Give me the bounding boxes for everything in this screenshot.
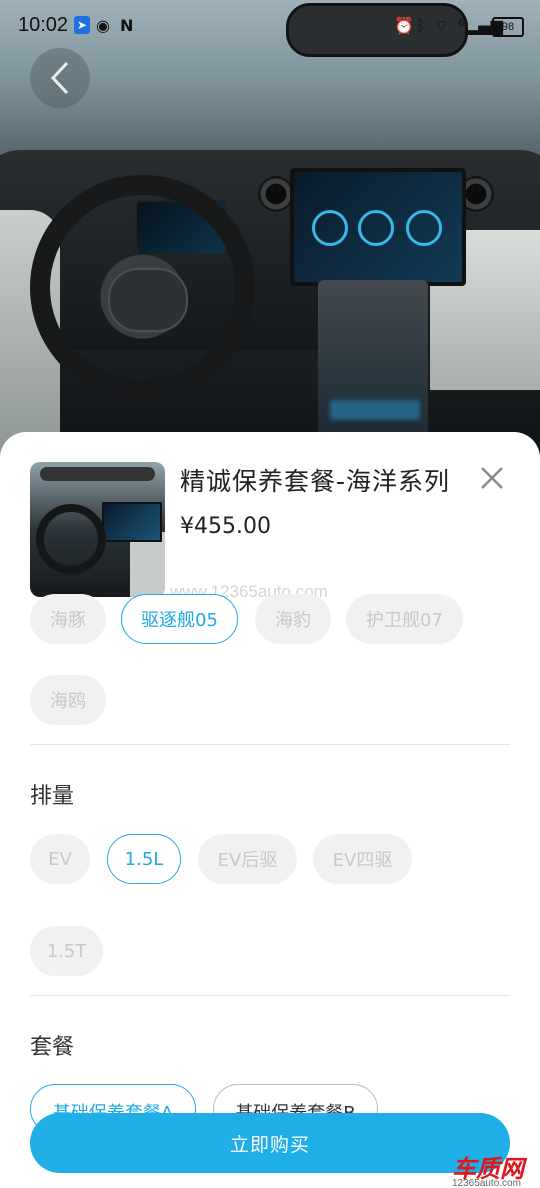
status-bar: 10:02 ➤ ◉ N ⏰ ᛒ ⌔ 6 ▂▄▆ 98 (0, 0, 540, 52)
product-options-sheet: 精诚保养套餐-海洋系列 ¥455.00 www.12365auto.com 海豚… (0, 432, 540, 1188)
center-screen (290, 168, 466, 286)
model-option-chip-selected[interactable]: 驱逐舰05 (121, 594, 238, 644)
wifi-icon: ⌔ (434, 16, 450, 35)
model-option-chip[interactable]: 海豚 (30, 594, 106, 644)
model-option-chip[interactable]: 海豹 (255, 594, 331, 644)
logo-url: 12365auto.com (452, 1178, 521, 1188)
product-title: 精诚保养套餐-海洋系列 (180, 467, 451, 496)
displacement-option-chip[interactable]: 1.5T (30, 926, 103, 976)
product-thumbnail (30, 462, 165, 597)
displacement-option-chip[interactable]: EV后驱 (198, 834, 297, 884)
divider (30, 995, 510, 996)
chevron-left-icon (50, 61, 69, 95)
displacement-option-chip[interactable]: EV (30, 834, 90, 884)
model-option-chip[interactable]: 海鸥 (30, 675, 106, 725)
nfc-icon: N (120, 16, 134, 35)
close-icon[interactable] (476, 462, 508, 494)
app-notification-icon: ➤ (74, 16, 90, 34)
status-time: 10:02 (18, 14, 69, 36)
back-button[interactable] (30, 48, 90, 108)
package-heading: 套餐 (30, 1035, 75, 1060)
product-price: ¥455.00 (180, 514, 271, 539)
buy-now-button[interactable]: 立即购买 (30, 1113, 510, 1173)
steering-hub (108, 268, 188, 332)
model-option-chip[interactable]: 护卫舰07 (346, 594, 463, 644)
displacement-heading: 排量 (30, 784, 75, 809)
eye-icon: ◉ (96, 16, 110, 35)
divider (30, 744, 510, 745)
bluetooth-icon: ᛒ (416, 16, 426, 35)
alarm-icon: ⏰ (394, 16, 414, 35)
battery-icon: 98 (492, 17, 524, 37)
network-type-label: 6 (458, 18, 465, 29)
displacement-option-chip-selected[interactable]: 1.5L (107, 834, 181, 884)
site-logo: 车质网 12365auto.com (452, 1149, 540, 1188)
displacement-option-chip[interactable]: EV四驱 (313, 834, 412, 884)
